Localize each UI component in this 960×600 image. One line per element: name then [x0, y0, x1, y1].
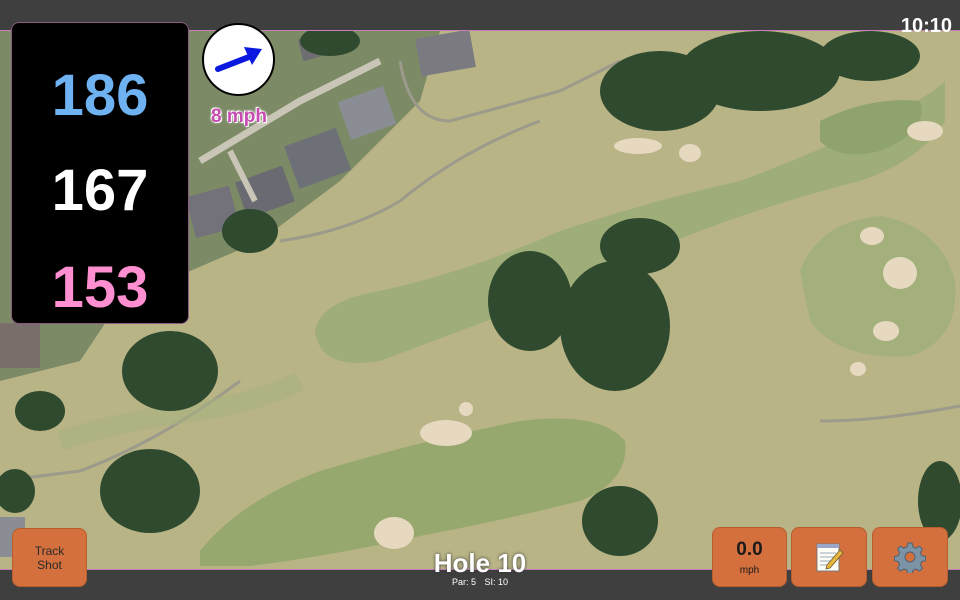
distance-back: 186 [51, 63, 149, 128]
wind-speed-label: 8 mph [211, 106, 267, 127]
hole-par: Par: 5 [451, 577, 476, 587]
gear-icon [894, 542, 926, 573]
distance-panel: 186 167 153 [11, 22, 189, 324]
wind-arrow-icon [215, 47, 262, 72]
status-clock: 10:10 [900, 15, 952, 37]
track-shot-label: Track Shot [34, 543, 65, 572]
hole-si: SI: 10 [484, 577, 509, 587]
notes-button[interactable] [791, 527, 867, 587]
distance-middle: 167 [51, 158, 149, 223]
track-shot-button[interactable]: Track Shot [12, 528, 87, 587]
hole-info: Par: 5 SI: 10 [380, 577, 580, 587]
speed-button[interactable]: 0.0 mph [712, 527, 787, 587]
hole-title: Hole 10 [433, 548, 527, 578]
notepad-icon [816, 543, 844, 572]
distance-front: 153 [51, 255, 149, 320]
settings-button[interactable] [872, 527, 948, 587]
wind-direction-indicator [202, 23, 275, 96]
speed-value: 0.0 [736, 538, 763, 560]
speed-unit: mph [739, 564, 760, 576]
